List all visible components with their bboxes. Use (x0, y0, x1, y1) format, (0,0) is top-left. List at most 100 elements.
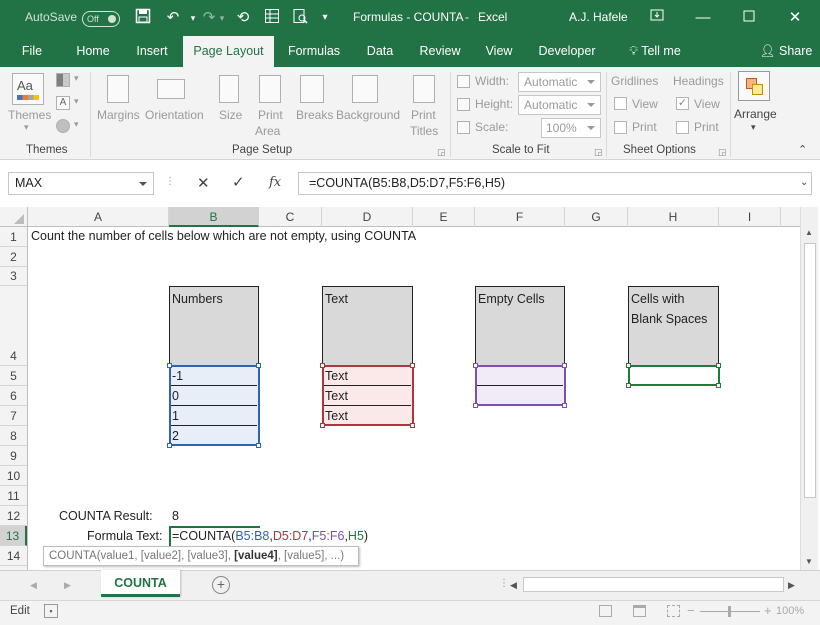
minimize-icon[interactable]: — (693, 8, 713, 28)
colors-dropdown-icon[interactable]: ▾ (74, 73, 79, 84)
size-icon[interactable] (219, 75, 239, 103)
fonts-icon[interactable]: A (56, 96, 70, 110)
page-break-preview-icon[interactable] (667, 605, 680, 617)
row-header-5[interactable]: 5 (0, 366, 27, 386)
column-header-d[interactable]: D (322, 207, 413, 227)
range-highlight-h5[interactable] (628, 365, 720, 386)
tab-view[interactable]: View (478, 36, 520, 67)
range-handle[interactable] (410, 363, 415, 368)
column-header-g[interactable]: G (565, 207, 628, 227)
tab-insert[interactable]: Insert (128, 36, 176, 67)
refresh-icon[interactable]: ⟲ (233, 8, 253, 28)
tab-review[interactable]: Review (412, 36, 468, 67)
range-handle[interactable] (320, 423, 325, 428)
margins-label[interactable]: Margins (97, 108, 140, 122)
horizontal-scroll-thumb[interactable] (523, 577, 784, 592)
range-handle[interactable] (473, 403, 478, 408)
headings-print-checkbox[interactable] (676, 121, 689, 134)
range-highlight-d5-d7[interactable] (322, 365, 414, 426)
tab-page-layout[interactable]: Page Layout (183, 36, 274, 67)
orientation-icon[interactable] (157, 79, 185, 99)
blank-spaces-header[interactable]: Cells with Blank Spaces (628, 286, 719, 366)
row-header-2[interactable]: 2 (0, 247, 27, 267)
column-header-f[interactable]: F (475, 207, 565, 227)
row-header-9[interactable]: 9 (0, 446, 27, 466)
column-header-i[interactable]: I (719, 207, 781, 227)
range-handle[interactable] (410, 423, 415, 428)
sheet-tab-counta[interactable]: COUNTA (101, 570, 180, 597)
tell-me-button[interactable]: 💡︎ Tell me (620, 36, 690, 67)
tab-split-icon[interactable]: ⋮ (499, 578, 509, 589)
range-handle[interactable] (320, 363, 325, 368)
themes-dropdown-icon[interactable]: ▾ (24, 122, 29, 133)
cell-a1-instructions[interactable]: Count the number of cells below which ar… (31, 229, 416, 243)
headings-view-checkbox[interactable]: ✓ (676, 97, 689, 110)
zoom-out-icon[interactable]: − (687, 603, 695, 618)
vertical-scrollbar[interactable]: ▲ ▼ (800, 207, 818, 570)
normal-view-icon[interactable] (599, 605, 612, 617)
fonts-dropdown-icon[interactable]: ▾ (74, 96, 79, 107)
expand-formula-bar-icon[interactable]: ⌄ (800, 177, 808, 188)
sheet-options-launcher-icon[interactable]: ◲ (718, 147, 727, 158)
empty-cells-header[interactable]: Empty Cells (475, 286, 565, 366)
user-name[interactable]: A.J. Hafele (569, 10, 628, 24)
range-handle[interactable] (473, 363, 478, 368)
close-icon[interactable]: ✕ (785, 8, 805, 28)
column-header-h[interactable]: H (628, 207, 719, 227)
new-sheet-icon[interactable]: + (212, 576, 230, 594)
row-header-11[interactable]: 11 (0, 486, 27, 506)
print-titles-label-1[interactable]: Print (411, 108, 436, 122)
row-header-13[interactable]: 13 (0, 526, 27, 546)
ribbon-display-options-icon[interactable] (647, 8, 667, 28)
scale-spinner[interactable]: 100% (541, 118, 601, 138)
share-button[interactable]: 👤︎ Share (757, 36, 815, 67)
tab-formulas[interactable]: Formulas (282, 36, 346, 67)
row-header-14[interactable]: 14 (0, 546, 27, 566)
save-icon[interactable] (133, 8, 153, 28)
range-handle[interactable] (716, 363, 721, 368)
tab-data[interactable]: Data (358, 36, 402, 67)
text-header[interactable]: Text (322, 286, 413, 366)
page-layout-view-icon[interactable] (633, 605, 646, 617)
row-header-8[interactable]: 8 (0, 426, 27, 446)
column-header-e[interactable]: E (413, 207, 475, 227)
orientation-label[interactable]: Orientation (145, 108, 204, 122)
insert-function-icon[interactable]: fx (269, 175, 281, 190)
tab-home[interactable]: Home (68, 36, 118, 67)
column-header-b[interactable]: B (169, 207, 259, 227)
breaks-icon[interactable] (300, 75, 324, 103)
row-header-1[interactable]: 1 (0, 227, 27, 247)
range-handle[interactable] (562, 403, 567, 408)
page-setup-launcher-icon[interactable]: ◲ (437, 147, 446, 158)
maximize-icon[interactable] (739, 8, 759, 28)
breaks-label[interactable]: Breaks (296, 108, 333, 122)
formula-input[interactable]: =COUNTA(B5:B8,D5:D7,F5:F6,H5) (298, 172, 812, 195)
print-titles-label-2[interactable]: Titles (410, 124, 438, 138)
height-dropdown[interactable]: Automatic (518, 95, 601, 115)
scroll-down-icon[interactable]: ▼ (805, 557, 813, 566)
zoom-level[interactable]: 100% (776, 605, 804, 617)
effects-dropdown-icon[interactable]: ▾ (74, 119, 79, 130)
row-header-12[interactable]: 12 (0, 506, 27, 526)
range-handle[interactable] (562, 363, 567, 368)
counta-result-value[interactable]: 8 (172, 509, 179, 523)
print-area-label-2[interactable]: Area (255, 124, 280, 138)
row-header-10[interactable]: 10 (0, 466, 27, 486)
scroll-left-icon[interactable]: ◀ (510, 580, 517, 591)
customize-qat-icon[interactable]: ▾ (315, 8, 335, 28)
print-area-label-1[interactable]: Print (258, 108, 283, 122)
row-header-7[interactable]: 7 (0, 406, 27, 426)
zoom-slider-thumb[interactable] (728, 606, 731, 617)
zoom-in-icon[interactable]: + (764, 603, 772, 618)
enter-icon[interactable]: ✓ (232, 173, 245, 191)
collapse-ribbon-icon[interactable]: ⌃ (798, 143, 807, 156)
cancel-icon[interactable]: ✕ (197, 174, 210, 192)
colors-icon[interactable] (56, 73, 70, 87)
arrange-label[interactable]: Arrange (734, 107, 777, 121)
autosave-toggle[interactable]: Off (82, 11, 120, 27)
background-icon[interactable] (352, 75, 378, 103)
next-sheet-icon[interactable]: ▶ (64, 580, 71, 591)
redo-dropdown-icon[interactable]: ▾ (212, 8, 232, 28)
print-preview-icon[interactable] (290, 8, 310, 28)
print-titles-icon[interactable] (413, 75, 435, 103)
